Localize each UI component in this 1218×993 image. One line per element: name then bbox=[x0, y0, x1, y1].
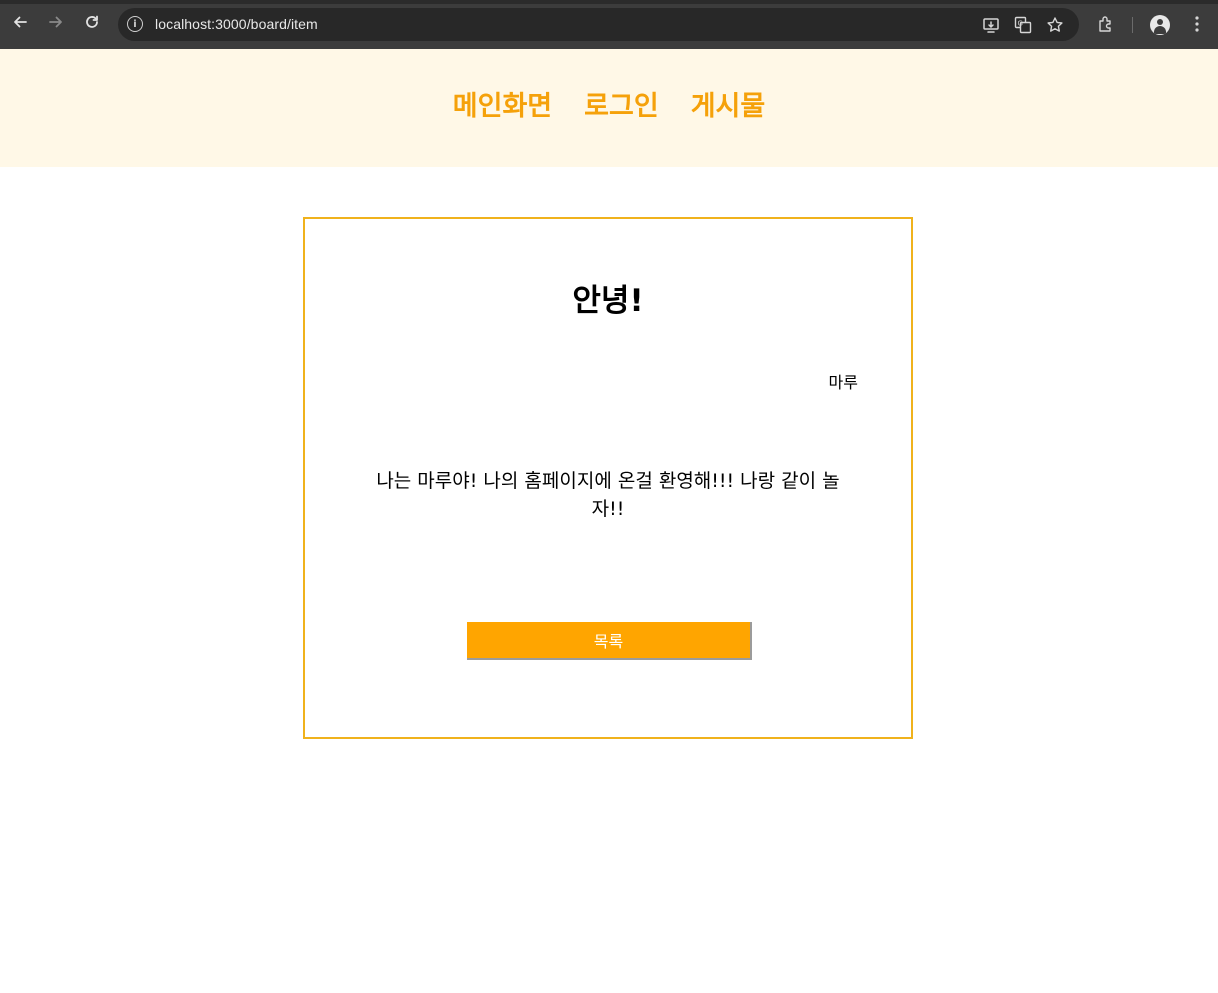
menu-kebab-icon[interactable] bbox=[1186, 13, 1208, 35]
tab-strip bbox=[0, 0, 1218, 4]
translate-icon[interactable]: G bbox=[1014, 16, 1032, 34]
toolbar-divider bbox=[1132, 17, 1133, 33]
back-button[interactable] bbox=[8, 12, 32, 36]
svg-text:G: G bbox=[1018, 20, 1023, 28]
post-author: 마루 bbox=[828, 373, 858, 392]
reload-button[interactable] bbox=[80, 12, 104, 36]
reload-icon bbox=[84, 14, 100, 34]
browser-toolbar: i localhost:3000/board/item G bbox=[0, 0, 1218, 49]
bookmark-star-icon[interactable] bbox=[1046, 16, 1064, 34]
arrow-left-icon bbox=[12, 14, 28, 34]
forward-button[interactable] bbox=[44, 12, 68, 36]
post-card: 안녕! 마루 나는 마루야! 나의 홈페이지에 온걸 환영해!!! 나랑 같이 … bbox=[303, 217, 913, 739]
arrow-right-icon bbox=[48, 14, 64, 34]
main-nav: 메인화면 로그인 게시물 bbox=[0, 89, 1218, 125]
post-title: 안녕! bbox=[572, 283, 644, 319]
url-text[interactable]: localhost:3000/board/item bbox=[155, 16, 318, 32]
nav-link-home[interactable]: 메인화면 bbox=[453, 89, 552, 125]
post-content: 나는 마루야! 나의 홈페이지에 온걸 환영해!!! 나랑 같이 놀자!! bbox=[376, 470, 840, 520]
install-app-icon[interactable] bbox=[982, 16, 1000, 34]
address-bar[interactable]: i localhost:3000/board/item G bbox=[118, 8, 1079, 41]
site-header: 메인화면 로그인 게시물 bbox=[0, 49, 1218, 167]
site-info-icon[interactable]: i bbox=[127, 16, 143, 32]
nav-link-board[interactable]: 게시물 bbox=[691, 89, 766, 125]
extensions-icon[interactable] bbox=[1095, 13, 1117, 35]
nav-link-login[interactable]: 로그인 bbox=[584, 89, 659, 125]
list-button[interactable]: 목록 bbox=[467, 622, 752, 660]
profile-avatar-icon[interactable] bbox=[1150, 15, 1170, 35]
